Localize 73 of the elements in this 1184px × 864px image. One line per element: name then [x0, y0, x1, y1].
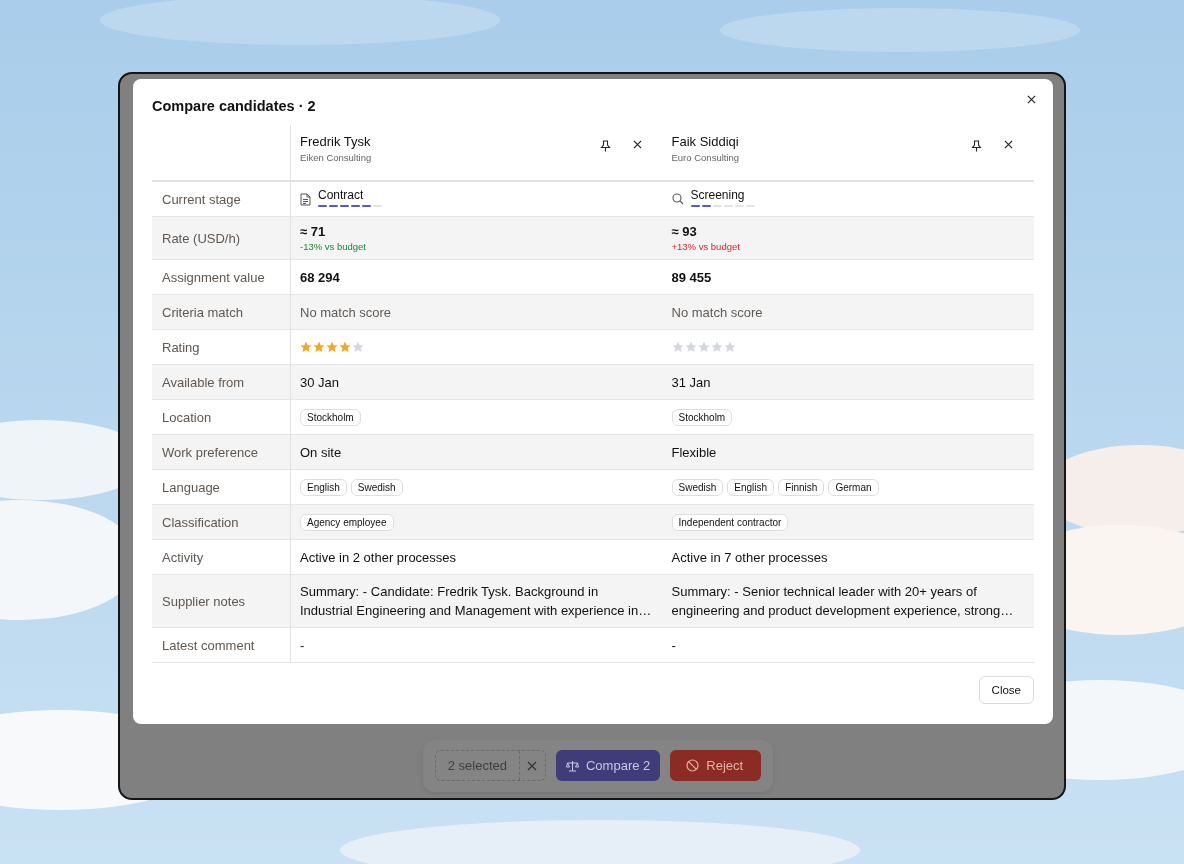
- assignment-value: 68 294: [300, 269, 340, 285]
- cell-text: 31 Jan: [671, 374, 711, 390]
- pin-icon: [599, 140, 611, 152]
- close-button[interactable]: Close: [978, 676, 1034, 704]
- tag: Agency employee: [300, 513, 394, 531]
- row-label: Work preference: [162, 444, 258, 460]
- star-icon: [339, 341, 351, 353]
- star-icon: [326, 341, 338, 353]
- tag: Finnish: [778, 478, 825, 496]
- row-label: Rating: [162, 339, 200, 355]
- document-icon: [300, 192, 311, 206]
- pin-icon: [971, 140, 982, 152]
- assignment-value: 89 455: [671, 269, 712, 285]
- tag: English: [300, 478, 347, 496]
- supplier-note: Summary: - Senior technical leader with 20+ years of engineering and product development experience, strong…: [671, 583, 1015, 620]
- row-label: Available from: [162, 374, 245, 390]
- star-icon: [671, 341, 684, 353]
- scale-icon: [565, 759, 579, 772]
- reject-button[interactable]: Reject: [670, 750, 762, 781]
- star-icon: [723, 341, 736, 353]
- cell-text: Active in 7 other processes: [671, 549, 828, 565]
- tag: Stockholm: [300, 408, 361, 426]
- close-icon: [527, 760, 538, 771]
- tag: Swedish: [350, 478, 403, 496]
- rate-value: ≈ 71: [300, 224, 327, 239]
- company-name: Eiken Consulting: [300, 152, 373, 163]
- star-icon: [352, 341, 364, 353]
- row-label: Language: [162, 479, 220, 495]
- tag: Stockholm: [671, 408, 733, 426]
- tag: Independent contractor: [671, 513, 789, 531]
- row-label: Location: [162, 409, 212, 425]
- row-label: Classification: [162, 514, 239, 530]
- row-label: Supplier notes: [162, 593, 246, 609]
- company-name: Euro Consulting: [671, 152, 741, 163]
- candidate-name: Faik Siddiqi: [671, 134, 740, 149]
- cell-text: Flexible: [671, 444, 717, 460]
- close-icon: [1004, 140, 1013, 149]
- rate-value: ≈ 93: [671, 224, 698, 239]
- ban-icon: [686, 759, 700, 772]
- row-label: Current stage: [162, 191, 241, 207]
- compare-button[interactable]: Compare 2: [555, 750, 661, 781]
- cell-text: -: [300, 637, 305, 653]
- candidate-name: Fredrik Tysk: [300, 134, 372, 149]
- dialog-title: Compare candidates · 2: [152, 97, 316, 114]
- budget-delta: -13% vs budget: [300, 241, 366, 252]
- cell-text: No match score: [300, 304, 392, 320]
- row-label: Activity: [162, 549, 204, 565]
- cell-text: On site: [300, 444, 342, 460]
- selection-count: 2 selected: [446, 757, 508, 775]
- star-icon: [313, 341, 325, 353]
- tag: Swedish: [671, 478, 724, 496]
- star-icon: [300, 341, 312, 353]
- cell-text: No match score: [671, 304, 763, 320]
- budget-delta: +13% vs budget: [671, 241, 740, 252]
- tag: German: [828, 478, 879, 496]
- cell-text: 30 Jan: [300, 374, 340, 390]
- star-icon: [710, 341, 723, 353]
- tag: English: [727, 478, 775, 496]
- close-button[interactable]: [1025, 93, 1038, 106]
- cell-text: -: [671, 637, 676, 653]
- cell-text: Active in 2 other processes: [300, 549, 457, 565]
- supplier-note: Summary: - Candidate: Fredrik Tysk. Background in Industrial Engineering and Management with experience in…: [300, 583, 652, 620]
- close-icon: [632, 140, 642, 149]
- row-label: Latest comment: [162, 637, 255, 653]
- row-label: Rate (USD/h): [162, 230, 241, 246]
- stage-name: Contract: [318, 188, 365, 202]
- close-icon: [1027, 95, 1036, 104]
- star-icon: [684, 341, 697, 353]
- search-icon: [671, 193, 684, 205]
- row-label: Criteria match: [162, 304, 243, 320]
- star-icon: [697, 341, 710, 353]
- row-label: Assignment value: [162, 269, 265, 285]
- stage-name: Screening: [690, 188, 746, 202]
